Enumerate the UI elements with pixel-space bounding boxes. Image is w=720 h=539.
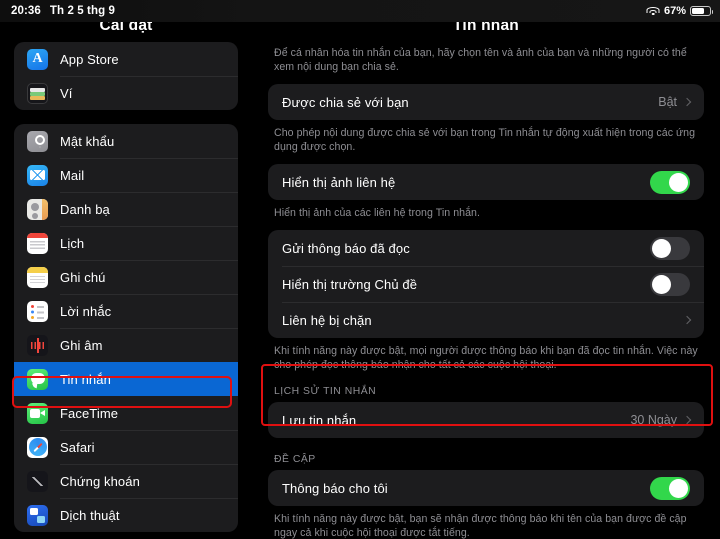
row-label: Hiển thị ảnh liên hệ bbox=[282, 174, 396, 190]
read-receipts-note: Khi tính năng này được bật, mọi người đư… bbox=[274, 345, 698, 371]
row-label: Gửi thông báo đã đọc bbox=[282, 240, 410, 256]
sidebar-item-wallet[interactable]: Ví bbox=[14, 76, 238, 110]
row-read-receipts[interactable]: Gửi thông báo đã đọc bbox=[268, 230, 704, 266]
status-bar-date: Th 2 5 thg 9 bbox=[49, 5, 116, 17]
section-header-mentions: ĐỀ CẬP bbox=[274, 454, 316, 465]
sidebar-item-reminders[interactable]: Lời nhắc bbox=[14, 294, 238, 328]
wifi-icon bbox=[646, 6, 660, 17]
chevron-right-icon bbox=[682, 315, 692, 325]
row-shared-with-you[interactable]: Được chia sẻ với bạn Bật bbox=[268, 84, 704, 120]
sidebar-item-label: Lịch bbox=[60, 235, 85, 251]
toggle-read-receipts[interactable] bbox=[650, 236, 690, 260]
reminders-icon bbox=[27, 300, 48, 322]
sidebar-item-voice-memos[interactable]: Ghi âm bbox=[14, 328, 238, 362]
toggle-show-contact-photos[interactable] bbox=[650, 170, 690, 194]
sidebar-item-label: Dịch thuật bbox=[60, 507, 120, 523]
settings-sidebar: Cài đặt App Store Ví Mật khẩu Mail bbox=[0, 0, 252, 539]
row-subject-field[interactable]: Hiển thị trường Chủ đề bbox=[268, 266, 704, 302]
sidebar-item-app-store[interactable]: App Store bbox=[14, 42, 238, 76]
status-bar-left: 20:36 Th 2 5 thg 9 bbox=[0, 5, 115, 17]
sidebar-item-label: Tin nhắn bbox=[60, 371, 111, 387]
row-label: Thông báo cho tôi bbox=[282, 480, 388, 496]
toggle-notify-me[interactable] bbox=[650, 476, 690, 500]
status-bar-right: 67% bbox=[646, 5, 720, 17]
safari-icon bbox=[27, 436, 48, 458]
row-notify-me[interactable]: Thông báo cho tôi bbox=[268, 470, 704, 506]
contacts-icon bbox=[27, 198, 48, 220]
mentions-note: Khi tính năng này được bật, bạn sẽ nhận … bbox=[274, 513, 687, 539]
sidebar-item-label: Danh bạ bbox=[60, 201, 110, 217]
row-label: Được chia sẻ với bạn bbox=[282, 94, 409, 110]
status-bar-time: 20:36 bbox=[11, 5, 41, 17]
sidebar-item-label: App Store bbox=[60, 51, 119, 67]
toggle-subject-field[interactable] bbox=[650, 272, 690, 296]
appstore-icon bbox=[27, 48, 48, 70]
sidebar-item-label: Safari bbox=[60, 439, 95, 455]
sidebar-item-label: Lời nhắc bbox=[60, 303, 112, 319]
shared-with-you-card: Được chia sẻ với bạn Bật bbox=[268, 84, 704, 120]
chevron-right-icon bbox=[682, 415, 692, 425]
row-blocked-contacts[interactable]: Liên hệ bị chặn bbox=[268, 302, 704, 338]
sidebar-item-mail[interactable]: Mail bbox=[14, 158, 238, 192]
sidebar-item-passwords[interactable]: Mật khẩu bbox=[14, 124, 238, 158]
intro-note: Để cá nhân hóa tin nhắn của bạn, hãy chọ… bbox=[274, 47, 687, 73]
sidebar-item-messages[interactable]: Tin nhắn bbox=[14, 362, 238, 396]
sidebar-item-contacts[interactable]: Danh bạ bbox=[14, 192, 238, 226]
row-label: Lưu tin nhắn bbox=[282, 412, 357, 428]
sidebar-item-label: Ví bbox=[60, 85, 73, 101]
messages-icon bbox=[27, 368, 48, 390]
sidebar-item-label: Mật khẩu bbox=[60, 133, 115, 149]
status-bar: 20:36 Th 2 5 thg 9 67% bbox=[0, 0, 720, 22]
sidebar-item-translate[interactable]: Dịch thuật bbox=[14, 498, 238, 532]
row-value: 30 Ngày bbox=[630, 413, 677, 427]
mail-icon bbox=[27, 164, 48, 186]
key-icon bbox=[27, 130, 48, 152]
row-value: Bật bbox=[658, 95, 677, 109]
mentions-card: Thông báo cho tôi bbox=[268, 470, 704, 506]
notes-icon bbox=[27, 266, 48, 288]
row-label: Liên hệ bị chặn bbox=[282, 312, 372, 328]
sidebar-group-apps: App Store Ví bbox=[14, 42, 238, 110]
facetime-icon bbox=[27, 402, 48, 424]
sidebar-item-label: FaceTime bbox=[60, 405, 119, 421]
voice-memos-icon bbox=[27, 334, 48, 356]
chevron-right-icon bbox=[682, 97, 692, 107]
translate-icon bbox=[27, 504, 48, 526]
sidebar-item-label: Ghi âm bbox=[60, 337, 103, 353]
detail-scroll-area[interactable]: Để cá nhân hóa tin nhắn của bạn, hãy chọ… bbox=[252, 40, 720, 539]
row-show-contact-photos[interactable]: Hiển thị ảnh liên hệ bbox=[268, 164, 704, 200]
row-label: Hiển thị trường Chủ đề bbox=[282, 276, 418, 292]
sidebar-item-calendar[interactable]: Lịch bbox=[14, 226, 238, 260]
battery-icon bbox=[690, 5, 714, 17]
sidebar-group-system-apps: Mật khẩu Mail Danh bạ Lịch Ghi chú Lời n… bbox=[14, 124, 238, 532]
battery-percent-label: 67% bbox=[663, 5, 686, 17]
contact-photos-card: Hiển thị ảnh liên hệ bbox=[268, 164, 704, 200]
stocks-icon bbox=[27, 470, 48, 492]
section-header-message-history: LỊCH SỬ TIN NHẮN bbox=[274, 386, 377, 397]
contact-photos-note: Hiển thị ảnh của các liên hệ trong Tin n… bbox=[274, 207, 480, 219]
calendar-icon bbox=[27, 232, 48, 254]
sidebar-item-stocks[interactable]: Chứng khoán bbox=[14, 464, 238, 498]
shared-with-you-note: Cho phép nội dung được chia sẻ với bạn t… bbox=[274, 127, 696, 153]
read-receipts-card: Gửi thông báo đã đọc Hiển thị trường Chủ… bbox=[268, 230, 704, 338]
sidebar-item-label: Chứng khoán bbox=[60, 473, 140, 489]
messages-settings-pane: Tin nhắn Để cá nhân hóa tin nhắn của bạn… bbox=[252, 0, 720, 539]
row-keep-messages[interactable]: Lưu tin nhắn 30 Ngày bbox=[268, 402, 704, 438]
sidebar-item-label: Mail bbox=[60, 167, 85, 183]
sidebar-item-facetime[interactable]: FaceTime bbox=[14, 396, 238, 430]
sidebar-scroll-area[interactable]: App Store Ví Mật khẩu Mail Danh bạ bbox=[0, 42, 252, 539]
message-history-card: Lưu tin nhắn 30 Ngày bbox=[268, 402, 704, 438]
wallet-icon bbox=[27, 82, 48, 104]
sidebar-item-safari[interactable]: Safari bbox=[14, 430, 238, 464]
sidebar-item-label: Ghi chú bbox=[60, 269, 106, 285]
sidebar-item-notes[interactable]: Ghi chú bbox=[14, 260, 238, 294]
